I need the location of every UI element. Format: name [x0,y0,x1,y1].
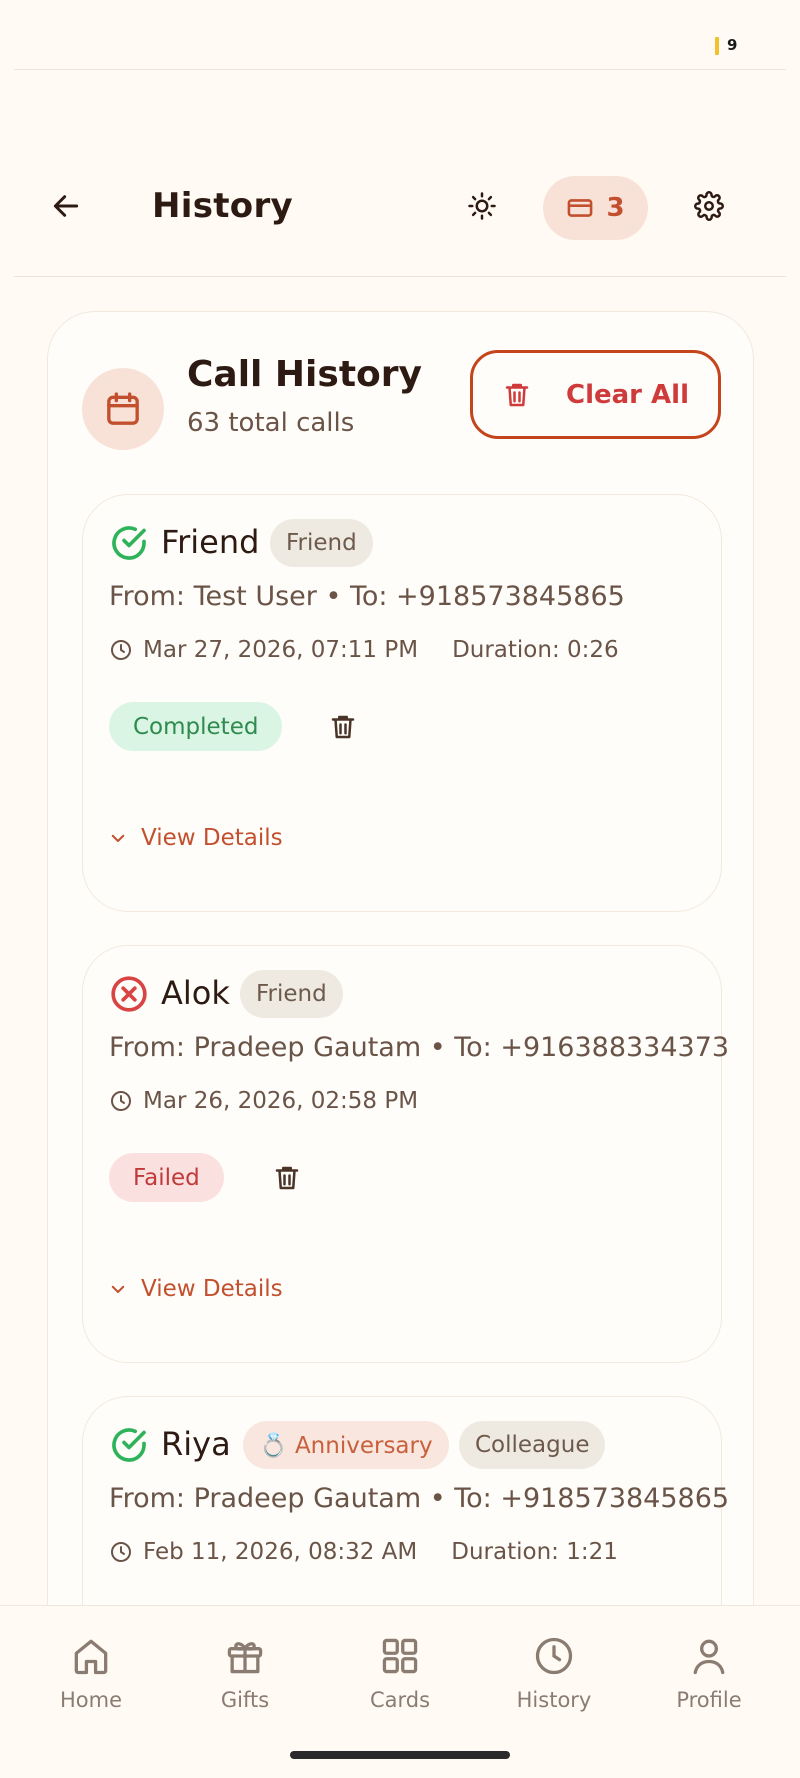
nav-item-home[interactable]: Home [31,1634,151,1714]
trash-icon [275,1166,299,1190]
delete-call-button[interactable] [267,1158,307,1198]
divider [14,276,786,277]
home-icon [74,1639,108,1675]
clock-icon [111,640,131,660]
nav-item-cards[interactable]: Cards [340,1634,460,1714]
divider [14,69,786,70]
view-details-label: View Details [141,825,283,851]
view-details-link[interactable]: View Details [109,825,283,851]
arrow-left-icon [53,195,79,217]
back-button[interactable] [44,184,88,228]
page-title: History [152,186,293,226]
theme-toggle-button[interactable] [460,184,504,228]
user-icon [693,1639,725,1675]
chevron-down-icon [111,1285,125,1293]
trash-icon [331,715,355,739]
call-duration: Duration: 1:21 [451,1539,618,1565]
gear-icon [694,191,724,221]
total-calls-count: 63 total calls [187,408,355,438]
clear-all-button[interactable]: Clear All [470,350,721,439]
nav-item-profile[interactable]: Profile [649,1634,769,1714]
nav-label: Home [59,1688,122,1712]
grid-icon [382,1638,418,1674]
battery-icon [715,37,719,55]
caller-name: Alok [161,974,230,1012]
bottom-nav: Home Gifts Cards History Profile [0,1605,800,1778]
occasion-tag: 💍 Anniversary [243,1421,449,1469]
check-circle-icon [112,1428,146,1462]
view-details-link[interactable]: View Details [109,1276,283,1302]
caller-name: Friend [161,523,260,561]
call-route: From: Pradeep Gautam • To: +918573845865 [109,1483,730,1514]
nav-label: Profile [676,1688,742,1712]
app-header: History 3 [0,160,800,256]
call-datetime: Mar 26, 2026, 02:58 PM [143,1088,419,1114]
call-card: Alok Friend From: Pradeep Gautam • To: +… [82,945,729,1363]
gift-icon [227,1642,263,1674]
status-badge: Failed [109,1153,224,1202]
call-history-panel: Call History 63 total calls Clear All Fr… [47,311,754,1778]
settings-button[interactable] [687,184,731,228]
sun-icon [468,192,496,220]
calendar-badge [82,368,164,450]
view-details-label: View Details [141,1276,283,1302]
x-circle-icon [111,976,147,1012]
chevron-down-icon [111,834,125,842]
panel-title: Call History [187,354,422,395]
call-meta: Mar 26, 2026, 02:58 PM [109,1088,418,1114]
nav-label: Cards [369,1688,431,1712]
relationship-tag: Friend [270,519,373,567]
clock-icon [535,1637,573,1675]
nav-label: Gifts [220,1688,270,1712]
call-datetime: Feb 11, 2026, 08:32 AM [143,1539,418,1565]
relationship-tag: Colleague [459,1421,606,1469]
check-circle-icon [112,526,146,560]
clear-all-label: Clear All [566,379,689,410]
nav-item-history[interactable]: History [494,1634,614,1714]
clock-icon [111,1091,131,1111]
battery-level: 9 [727,36,738,54]
call-datetime: Mar 27, 2026, 07:11 PM [143,637,419,663]
calendar-icon [107,392,139,425]
status-badge: Completed [109,702,283,751]
card-icon [568,199,593,217]
credits-count: 3 [606,193,625,223]
clock-icon [111,1542,131,1562]
call-meta: Mar 27, 2026, 07:11 PM Duration: 0:26 [109,637,619,663]
delete-call-button[interactable] [323,707,363,747]
credits-button[interactable]: 3 [543,176,648,240]
call-duration: Duration: 0:26 [452,637,619,663]
status-bar: 9 [0,0,800,70]
call-meta: Feb 11, 2026, 08:32 AM Duration: 1:21 [109,1539,618,1565]
call-route: From: Test User • To: +918573845865 [109,581,625,612]
nav-item-gifts[interactable]: Gifts [185,1634,305,1714]
trash-icon [505,383,529,406]
home-indicator[interactable] [290,1751,510,1759]
nav-label: History [516,1688,592,1712]
relationship-tag: Friend [240,970,343,1018]
caller-name: Riya [161,1425,231,1463]
call-route: From: Pradeep Gautam • To: +916388334373 [109,1032,730,1063]
call-card: Friend Friend From: Test User • To: +918… [82,494,722,912]
